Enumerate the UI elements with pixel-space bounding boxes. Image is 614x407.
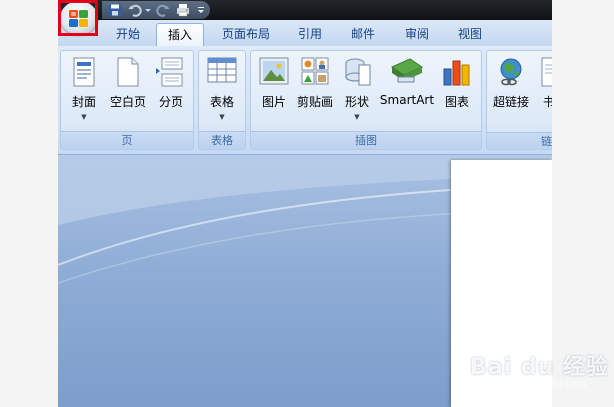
cover-page-icon — [73, 57, 95, 87]
chevron-down-icon: ▼ — [354, 113, 360, 121]
shapes-icon — [345, 58, 371, 86]
hyperlink-label: 超链接 — [492, 95, 529, 109]
highlight-box — [58, 0, 98, 36]
smartart-button[interactable]: SmartArt — [377, 57, 437, 127]
picture-label: 图片 — [261, 95, 286, 109]
picture-icon — [259, 57, 289, 85]
clip-art-icon — [301, 57, 329, 85]
tab-review[interactable]: 审阅 — [395, 23, 439, 46]
table-label: 表格 — [209, 95, 234, 109]
chevron-down-icon: ▼ — [219, 113, 225, 121]
group-pages: 封面 ▼ 空白页 分页 页 — [60, 50, 194, 150]
chart-icon — [443, 60, 470, 86]
tab-home[interactable]: 开始 — [106, 23, 150, 46]
chart-button[interactable]: 图表 — [439, 57, 475, 127]
title-bar — [58, 0, 552, 20]
shapes-label: 形状 — [344, 95, 369, 109]
shapes-button[interactable]: 形状 ▼ — [339, 57, 375, 127]
undo-icon[interactable] — [128, 3, 142, 17]
chart-label: 图表 — [444, 95, 469, 109]
tab-page-layout[interactable]: 页面布局 — [214, 23, 278, 46]
page-break-button[interactable]: 分页 — [153, 57, 189, 127]
bookmark-icon — [541, 57, 552, 87]
redo-icon[interactable] — [156, 3, 170, 17]
bookmark-button[interactable]: 书 — [537, 57, 552, 127]
page-break-label: 分页 — [158, 95, 183, 109]
undo-dropdown-icon[interactable] — [144, 3, 152, 17]
blank-page-label: 空白页 — [109, 95, 146, 109]
blank-page-button[interactable]: 空白页 — [107, 57, 149, 127]
save-icon[interactable] — [108, 3, 122, 17]
tab-insert[interactable]: 插入 — [156, 23, 204, 47]
ribbon-tab-bar: 开始 插入 页面布局 引用 邮件 审阅 视图 — [58, 20, 552, 47]
watermark: Bai du 经验 jingyan.baidu.com — [470, 345, 610, 400]
chevron-down-icon: ▼ — [81, 113, 87, 121]
tab-view[interactable]: 视图 — [448, 23, 492, 46]
tab-references[interactable]: 引用 — [288, 23, 332, 46]
cover-page-button[interactable]: 封面 ▼ — [67, 57, 101, 127]
print-icon[interactable] — [176, 3, 190, 17]
picture-button[interactable]: 图片 — [257, 57, 291, 127]
bookmark-label: 书 — [542, 95, 552, 109]
group-label-tables: 表格 — [199, 131, 245, 149]
group-label-illustrations: 插图 — [251, 131, 481, 149]
table-icon — [207, 57, 237, 83]
group-illustrations: 图片 剪贴画 形状 ▼ SmartArt 图表 插图 — [250, 50, 482, 150]
cover-page-label: 封面 — [71, 95, 96, 109]
hyperlink-icon — [500, 58, 522, 86]
smartart-icon — [390, 58, 424, 83]
blank-page-icon — [117, 57, 139, 87]
group-tables: 表格 ▼ 表格 — [198, 50, 246, 150]
clip-art-label: 剪贴画 — [296, 95, 333, 109]
hyperlink-button[interactable]: 超链接 — [489, 57, 533, 127]
ribbon: 封面 ▼ 空白页 分页 页 表格 ▼ 表格 图片 剪贴画 形状 ▼ SmartA… — [58, 46, 552, 155]
watermark-url: jingyan.baidu.com — [494, 379, 587, 390]
group-links: 超链接 书 链 — [486, 50, 552, 150]
watermark-brand: Bai du 经验 — [470, 355, 609, 380]
clip-art-button[interactable]: 剪贴画 — [293, 57, 337, 127]
page-break-icon — [156, 57, 183, 87]
tab-mailings[interactable]: 邮件 — [341, 23, 385, 46]
table-button[interactable]: 表格 ▼ — [205, 57, 239, 127]
group-label-links: 链 — [487, 132, 552, 149]
customize-dropdown-icon[interactable] — [196, 3, 206, 17]
smartart-label: SmartArt — [379, 93, 435, 107]
group-label-pages: 页 — [61, 131, 193, 149]
quick-access-toolbar — [102, 1, 210, 19]
